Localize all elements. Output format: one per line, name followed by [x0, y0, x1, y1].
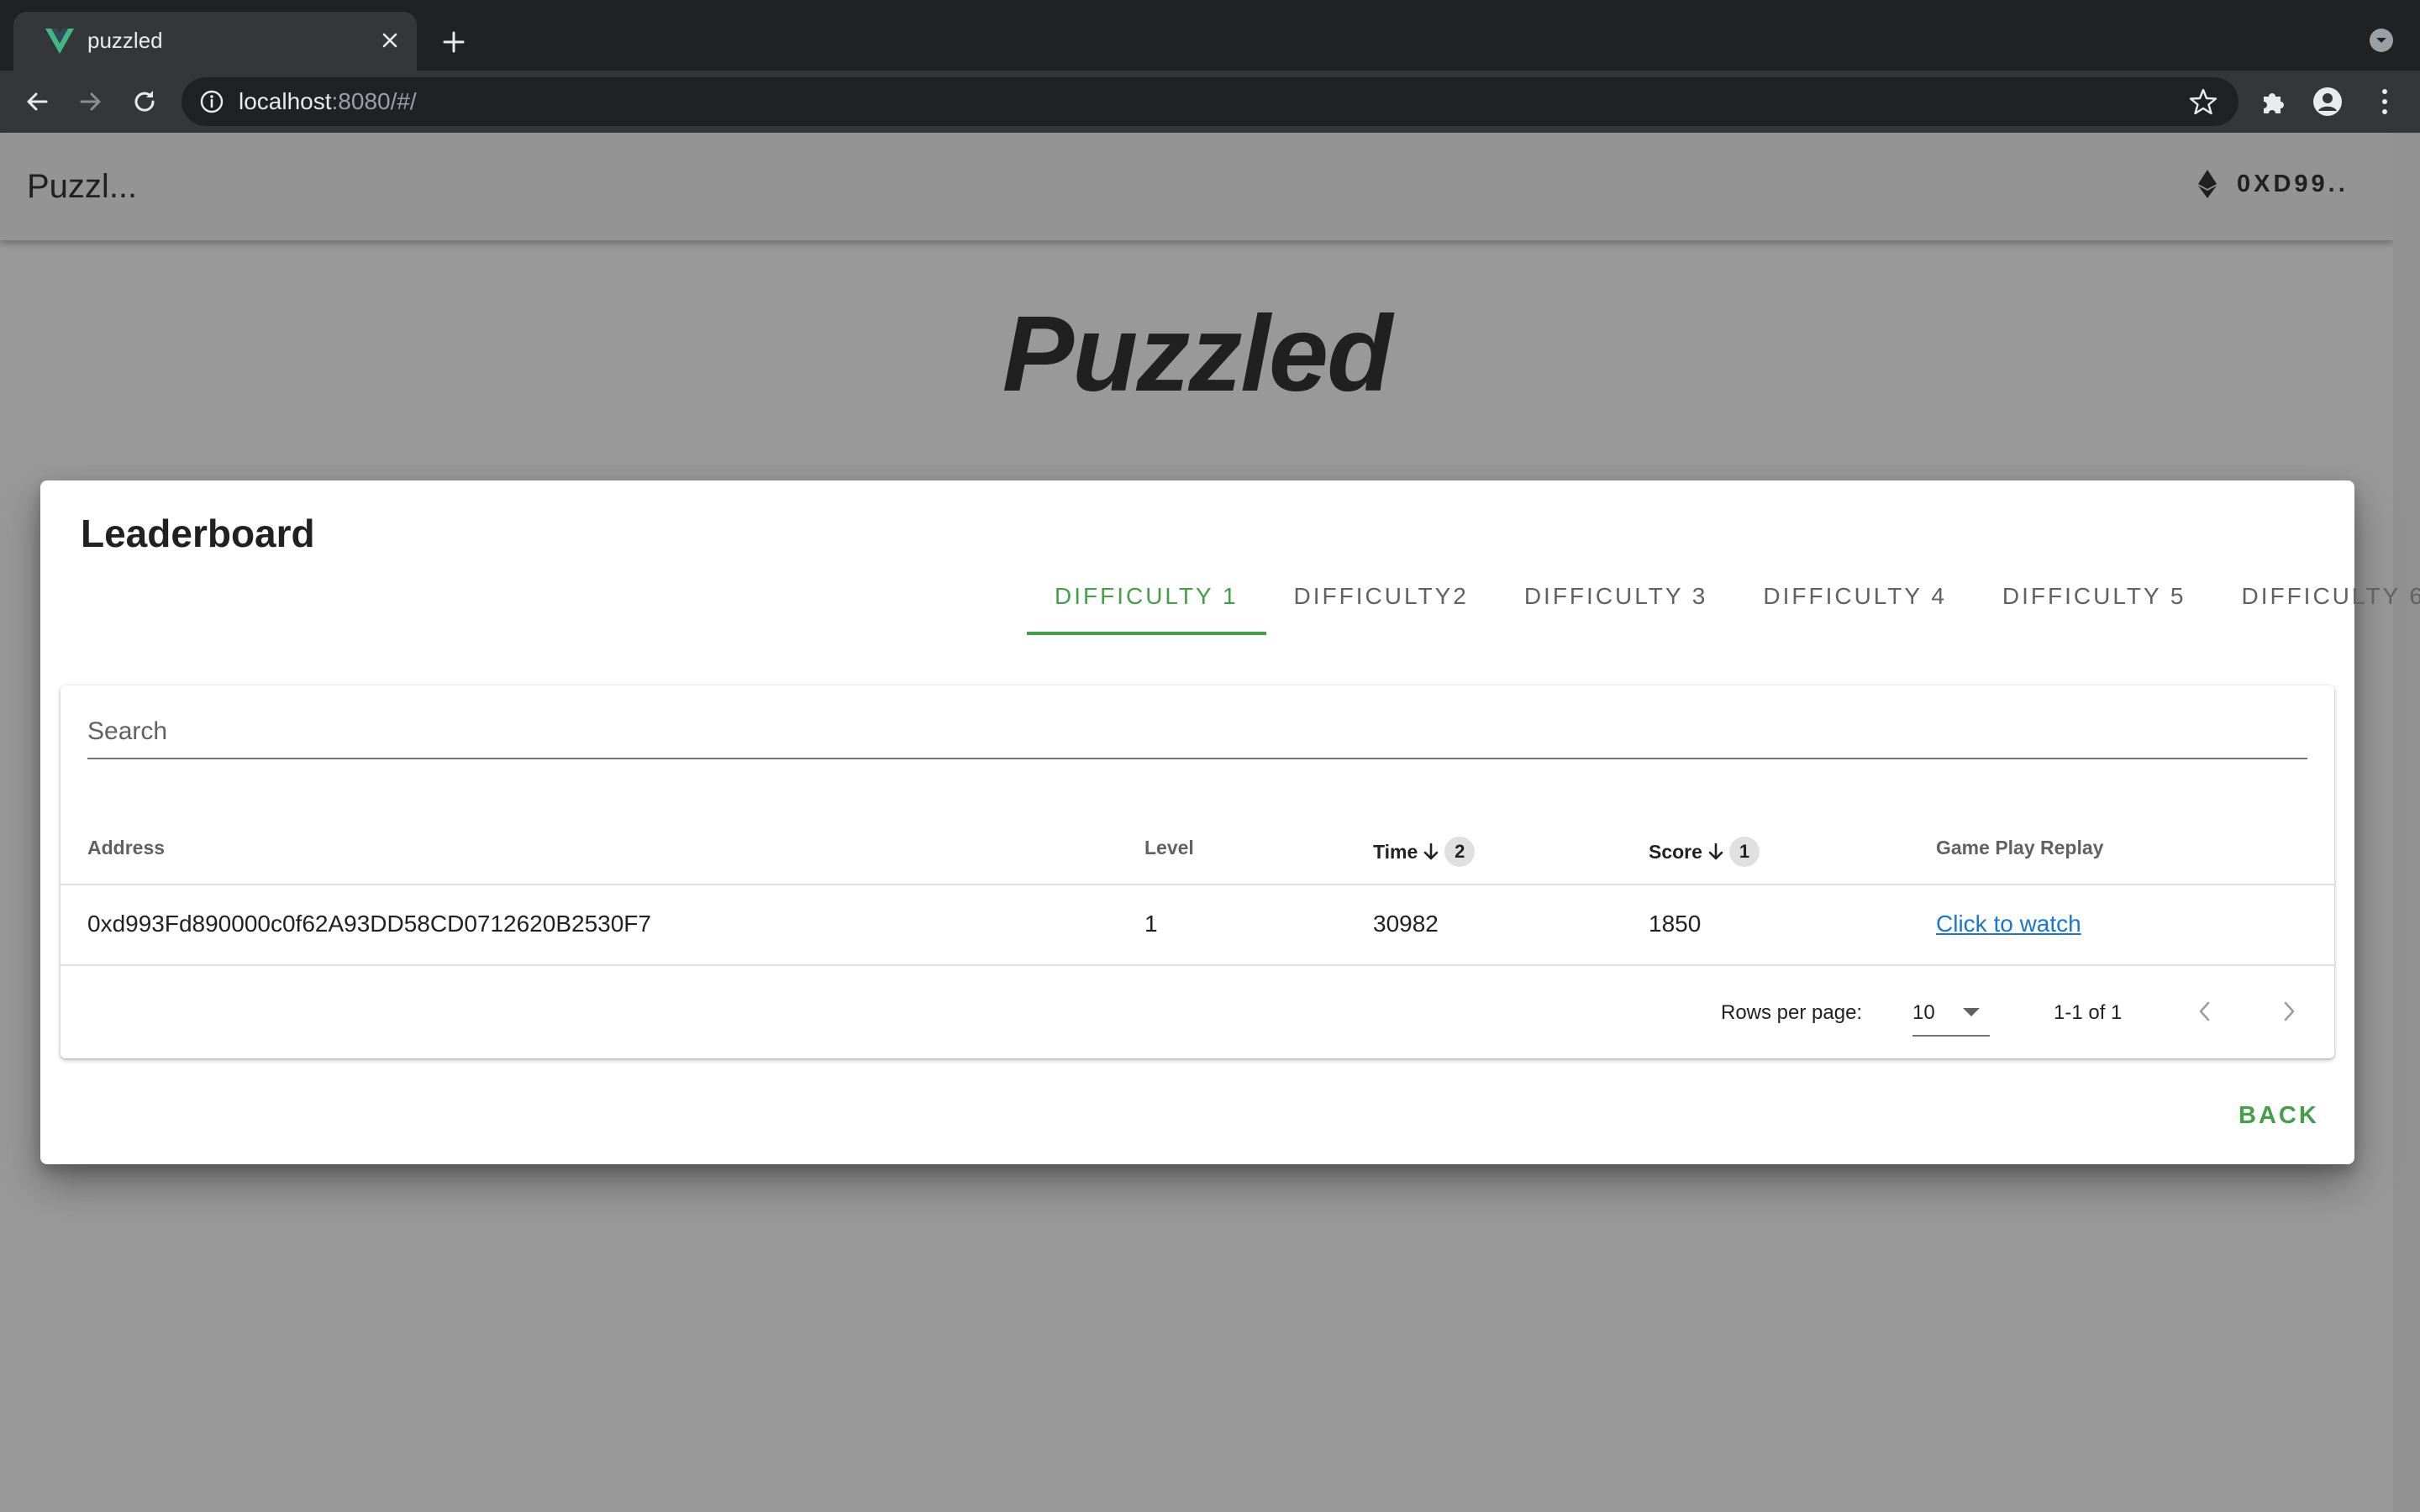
tab-title: puzzled	[87, 28, 163, 53]
tab-difficulty-5[interactable]: DIFFICULTY 5	[1975, 581, 2214, 635]
column-header-level-label: Level	[1144, 837, 1194, 858]
close-tab-icon[interactable]	[376, 27, 403, 54]
leaderboard-table-card: Address Level Time 2 Score 1 Game Play	[60, 685, 2334, 1058]
rows-per-page-label: Rows per page:	[1721, 1001, 1863, 1024]
puzzle-piece-icon	[2264, 93, 2284, 113]
column-header-time[interactable]: Time 2	[1373, 837, 1476, 867]
column-header-score[interactable]: Score 1	[1649, 837, 1760, 867]
difficulty-tabs: DIFFICULTY 1 DIFFICULTY2 DIFFICULTY 3 DI…	[1027, 581, 2420, 635]
cell-score: 1850	[1649, 911, 1702, 937]
reload-button[interactable]	[128, 85, 161, 118]
arrow-right-icon	[80, 92, 101, 111]
extensions-button[interactable]	[2257, 85, 2291, 118]
tab-difficulty-3[interactable]: DIFFICULTY 3	[1497, 581, 1736, 635]
tab-search-icon[interactable]	[2368, 27, 2395, 54]
column-header-address[interactable]: Address	[87, 837, 165, 859]
rows-per-page-value: 10	[1912, 1001, 1935, 1024]
browser-tab-strip: puzzled	[0, 0, 2420, 71]
column-header-level[interactable]: Level	[1144, 837, 1194, 859]
arrow-left-icon	[27, 92, 48, 111]
column-header-score-label: Score	[1649, 840, 1702, 863]
bookmark-star-icon[interactable]	[2188, 87, 2218, 117]
reload-icon	[134, 91, 155, 112]
rows-per-page-select[interactable]: 10	[1912, 991, 1990, 1037]
column-header-time-label: Time	[1373, 840, 1418, 863]
vue-logo-icon	[45, 29, 74, 54]
cell-replay: Click to watch	[1936, 911, 2081, 937]
cell-level: 1	[1144, 911, 1158, 937]
pagination-range: 1-1 of 1	[2054, 1001, 2123, 1024]
chevron-left-icon	[2199, 1001, 2210, 1021]
account-circle-icon	[2313, 87, 2342, 116]
tab-difficulty-4[interactable]: DIFFICULTY 4	[1735, 581, 1975, 635]
table-header: Address Level Time 2 Score 1 Game Play R…	[60, 810, 2334, 885]
cell-address: 0xd993Fd890000c0f62A93DD58CD0712620B2530…	[87, 911, 651, 937]
arrow-down-icon	[1423, 843, 1439, 860]
column-header-replay: Game Play Replay	[1936, 837, 2103, 859]
back-button[interactable]: BACK	[2238, 1102, 2319, 1130]
tab-difficulty-6[interactable]: DIFFICULTY 6	[2213, 581, 2420, 635]
dialog-title: Leaderboard	[81, 512, 315, 555]
address-bar[interactable]: localhost:8080/#/	[182, 77, 2238, 126]
cell-time: 30982	[1373, 911, 1439, 937]
url-host: localhost	[239, 88, 332, 114]
chevron-right-icon	[2284, 1001, 2295, 1021]
url-path: :8080/#/	[331, 88, 417, 114]
browser-menu-button[interactable]	[2368, 85, 2402, 118]
forward-nav-button[interactable]	[74, 85, 108, 118]
search-input[interactable]	[87, 711, 2307, 759]
next-page-button[interactable]	[2272, 995, 2306, 1028]
tab-difficulty-2[interactable]: DIFFICULTY2	[1266, 581, 1497, 635]
column-header-replay-label: Game Play Replay	[1936, 837, 2104, 858]
more-vert-icon	[2382, 89, 2387, 114]
url-text: localhost:8080/#/	[239, 88, 417, 115]
watch-replay-link[interactable]: Click to watch	[1936, 911, 2081, 937]
column-header-address-label: Address	[87, 837, 166, 858]
browser-tab[interactable]: puzzled	[13, 12, 417, 71]
caret-down-icon	[1963, 1008, 1980, 1016]
browser-toolbar: localhost:8080/#/	[0, 71, 2420, 133]
profile-button[interactable]	[2311, 85, 2344, 118]
sort-order-badge: 2	[1444, 837, 1476, 867]
arrow-down-icon	[1708, 843, 1723, 860]
sort-order-badge: 1	[1728, 837, 1760, 867]
site-info-icon[interactable]	[198, 88, 225, 115]
new-tab-icon[interactable]	[437, 25, 471, 59]
table-footer: Rows per page: 10 1-1 of 1	[60, 966, 2334, 1058]
tab-difficulty-1[interactable]: DIFFICULTY 1	[1027, 581, 1266, 635]
table-row: 0xd993Fd890000c0f62A93DD58CD0712620B2530…	[60, 885, 2334, 966]
leaderboard-dialog: Leaderboard DIFFICULTY 1 DIFFICULTY2 DIF…	[40, 480, 2420, 1164]
previous-page-button[interactable]	[2188, 995, 2222, 1028]
back-nav-button[interactable]	[20, 85, 54, 118]
